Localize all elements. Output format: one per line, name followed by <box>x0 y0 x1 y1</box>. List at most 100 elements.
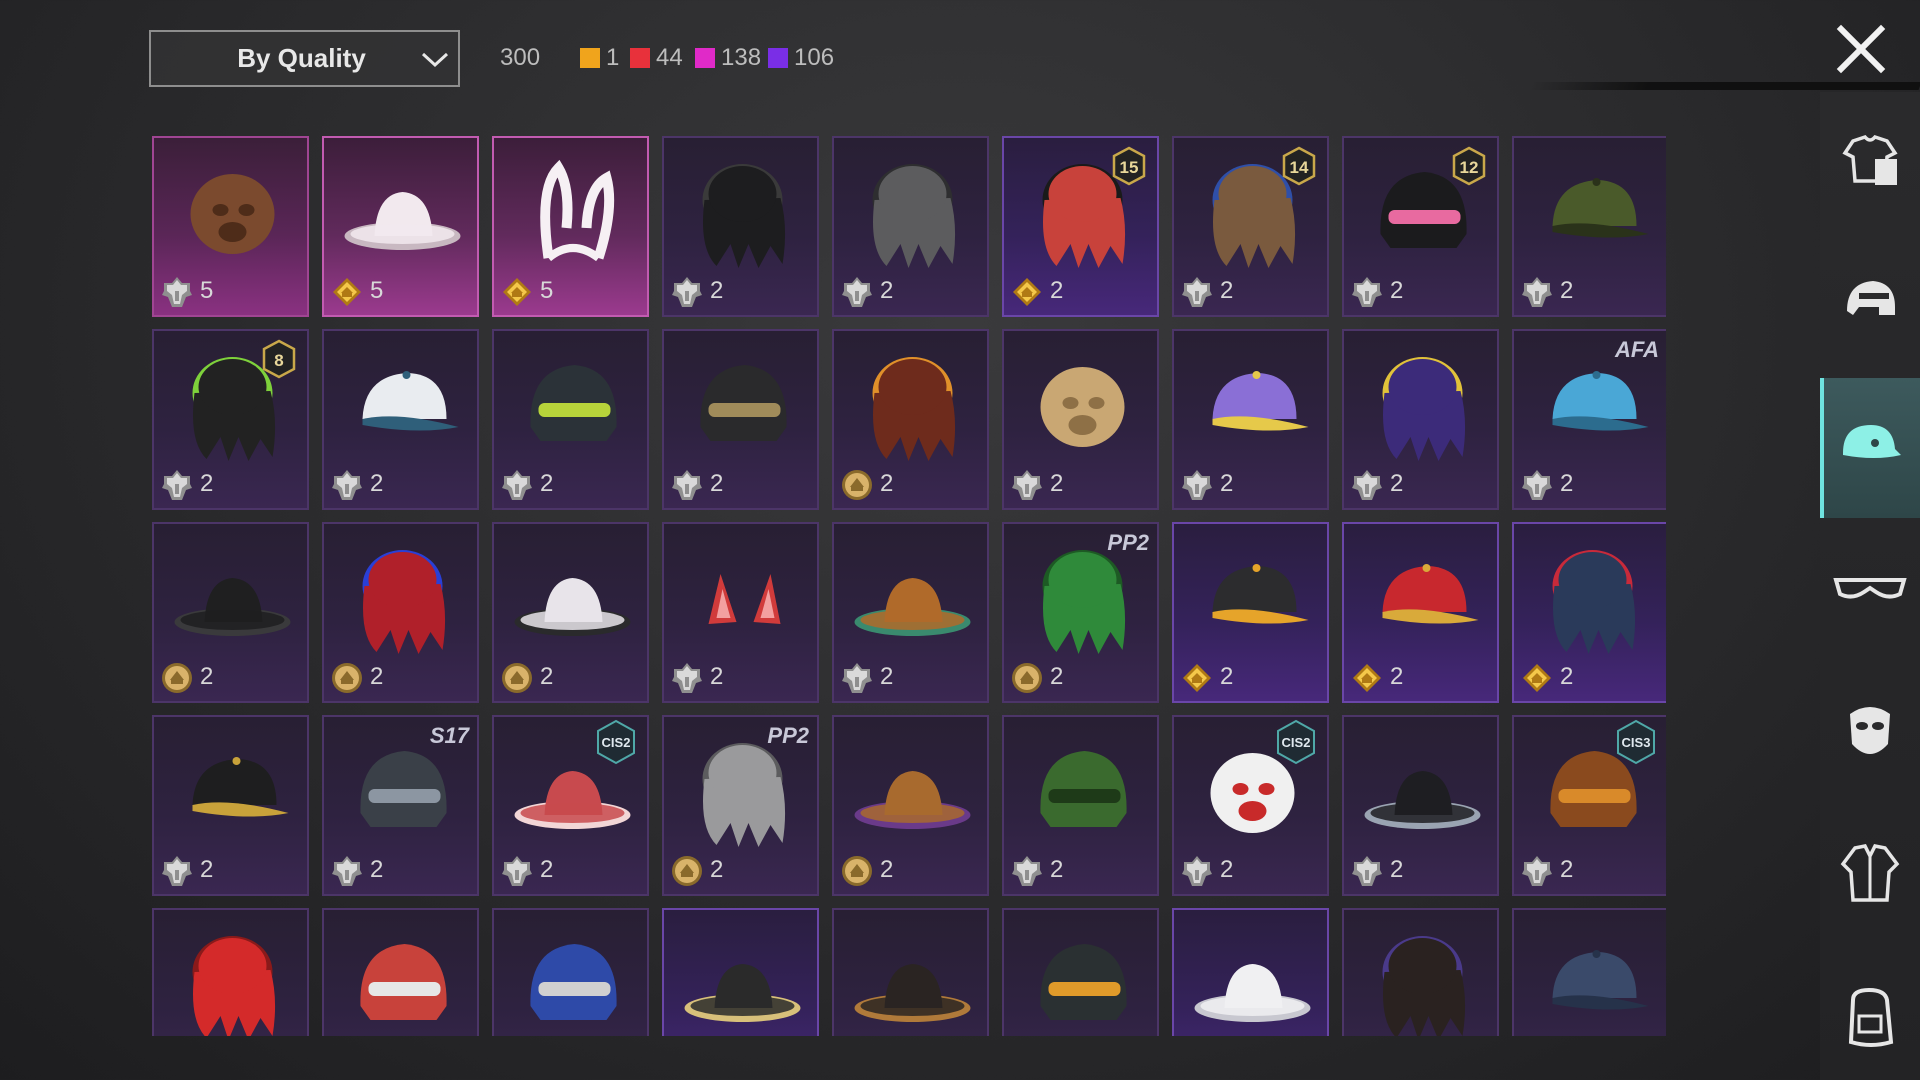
item-card[interactable]: 2 <box>152 715 309 896</box>
item-card[interactable]: 2 <box>1342 522 1499 703</box>
silver-coin-icon <box>1180 275 1214 309</box>
item-card[interactable]: 2 S17 <box>322 715 479 896</box>
item-card[interactable]: 2 PP2 <box>1002 522 1159 703</box>
item-card[interactable]: 2 <box>662 329 819 510</box>
item-card[interactable]: 2 <box>832 136 989 317</box>
rainbow-cap-icon <box>1188 341 1317 469</box>
item-card[interactable]: 2 <box>322 522 479 703</box>
item-count: 2 <box>710 470 724 497</box>
item-count: 2 <box>1390 663 1404 690</box>
item-card[interactable]: 2 <box>1172 329 1329 510</box>
silver-coin-icon <box>160 854 194 888</box>
bronze-coin-icon <box>670 854 704 888</box>
category-tab-backpack[interactable] <box>1820 950 1920 1080</box>
item-card[interactable] <box>1342 908 1499 1036</box>
item-count: 2 <box>880 470 894 497</box>
item-card[interactable]: 2 8 <box>152 329 309 510</box>
item-card[interactable] <box>832 908 989 1036</box>
item-card[interactable]: 2 PP2 <box>662 715 819 896</box>
item-card[interactable]: 2 AFA <box>1512 329 1666 510</box>
item-count: 2 <box>1560 470 1574 497</box>
silver-coin-icon <box>1350 854 1384 888</box>
item-card[interactable]: 2 <box>662 522 819 703</box>
item-card[interactable]: 2 <box>1342 715 1499 896</box>
item-card[interactable]: 2 <box>1512 522 1666 703</box>
red-mohawk-icon <box>168 920 297 1036</box>
svg-text:14: 14 <box>1290 158 1309 177</box>
category-tab-hat[interactable] <box>1820 378 1920 518</box>
red-ears-icon <box>678 534 807 662</box>
item-card[interactable]: 2 <box>832 715 989 896</box>
silver-coin-icon <box>1180 854 1214 888</box>
item-card[interactable]: 2 <box>322 329 479 510</box>
braid-hat-icon <box>848 727 977 855</box>
total-item-count: 300 <box>500 44 541 71</box>
item-card[interactable] <box>662 908 819 1036</box>
item-card[interactable]: 2 CIS3 <box>1512 715 1666 896</box>
item-card[interactable] <box>1002 908 1159 1036</box>
quality-swatch-purple <box>768 48 788 68</box>
silver-coin-icon <box>1520 854 1554 888</box>
item-card[interactable]: 5 <box>322 136 479 317</box>
category-tab-helmet[interactable] <box>1820 234 1920 374</box>
item-count: 2 <box>1560 663 1574 690</box>
chevron-down-icon <box>412 30 458 87</box>
svg-text:8: 8 <box>274 351 283 370</box>
category-tab-jacket[interactable] <box>1820 806 1920 946</box>
item-card[interactable]: 2 <box>1342 329 1499 510</box>
football-helmet-icon <box>338 920 467 1036</box>
item-card[interactable]: 2 <box>832 329 989 510</box>
category-tab-mask[interactable] <box>1820 664 1920 804</box>
item-card[interactable] <box>1512 908 1666 1036</box>
item-card[interactable]: 2 <box>1002 329 1159 510</box>
item-card[interactable]: 2 <box>492 522 649 703</box>
item-count: 2 <box>1390 470 1404 497</box>
jacket-icon <box>1837 842 1903 911</box>
item-card[interactable]: 2 <box>832 522 989 703</box>
silver-coin-icon <box>330 468 364 502</box>
cis-badge: CIS2 <box>1277 719 1315 765</box>
category-tab-outfit[interactable] <box>1820 92 1920 232</box>
silver-coin-icon <box>1010 468 1044 502</box>
sort-dropdown[interactable]: By Quality <box>149 30 460 87</box>
item-card[interactable]: 2 12 <box>1342 136 1499 317</box>
quality-count-red: 44 <box>630 44 683 72</box>
item-card[interactable] <box>152 908 309 1036</box>
item-card[interactable]: 5 <box>492 136 649 317</box>
silver-coin-icon <box>1520 275 1554 309</box>
item-card[interactable] <box>492 908 649 1036</box>
item-card[interactable]: 2 <box>1002 715 1159 896</box>
quality-swatch-red <box>630 48 650 68</box>
item-card[interactable] <box>1172 908 1329 1036</box>
item-card[interactable]: 2 <box>492 329 649 510</box>
hat-icon <box>1835 415 1905 482</box>
item-card[interactable]: 2 CIS2 <box>492 715 649 896</box>
item-card[interactable]: 2 <box>662 136 819 317</box>
item-count: 2 <box>1390 277 1404 304</box>
silver-coin-icon <box>1520 468 1554 502</box>
category-tab-glasses[interactable] <box>1820 520 1920 660</box>
level-badge: 12 <box>1452 146 1486 186</box>
item-card[interactable]: 2 CIS2 <box>1172 715 1329 896</box>
item-card[interactable] <box>322 908 479 1036</box>
close-button[interactable] <box>1832 20 1890 78</box>
bear-head-icon <box>168 148 297 276</box>
header-divider <box>1528 82 1920 90</box>
item-card[interactable]: 2 <box>1172 522 1329 703</box>
item-card[interactable]: 2 <box>152 522 309 703</box>
item-card[interactable]: 2 15 <box>1002 136 1159 317</box>
item-count: 2 <box>200 856 214 883</box>
item-count: 2 <box>1050 856 1064 883</box>
item-count: 2 <box>880 663 894 690</box>
item-card[interactable]: 2 14 <box>1172 136 1329 317</box>
item-card[interactable]: 5 <box>152 136 309 317</box>
item-grid[interactable]: 5 5 5 2 2 2 15 2 14 2 12 2 2 8 2 2 2 2 2… <box>152 136 1666 1036</box>
item-card[interactable]: 2 <box>1512 136 1666 317</box>
witch-hat-icon <box>1358 727 1487 855</box>
svg-text:CIS2: CIS2 <box>1282 735 1311 750</box>
item-count: 2 <box>1560 856 1574 883</box>
bronze-coin-icon <box>330 661 364 695</box>
bunny-safari-icon <box>1018 341 1147 469</box>
silver-coin-icon <box>1350 468 1384 502</box>
item-count: 2 <box>540 470 554 497</box>
